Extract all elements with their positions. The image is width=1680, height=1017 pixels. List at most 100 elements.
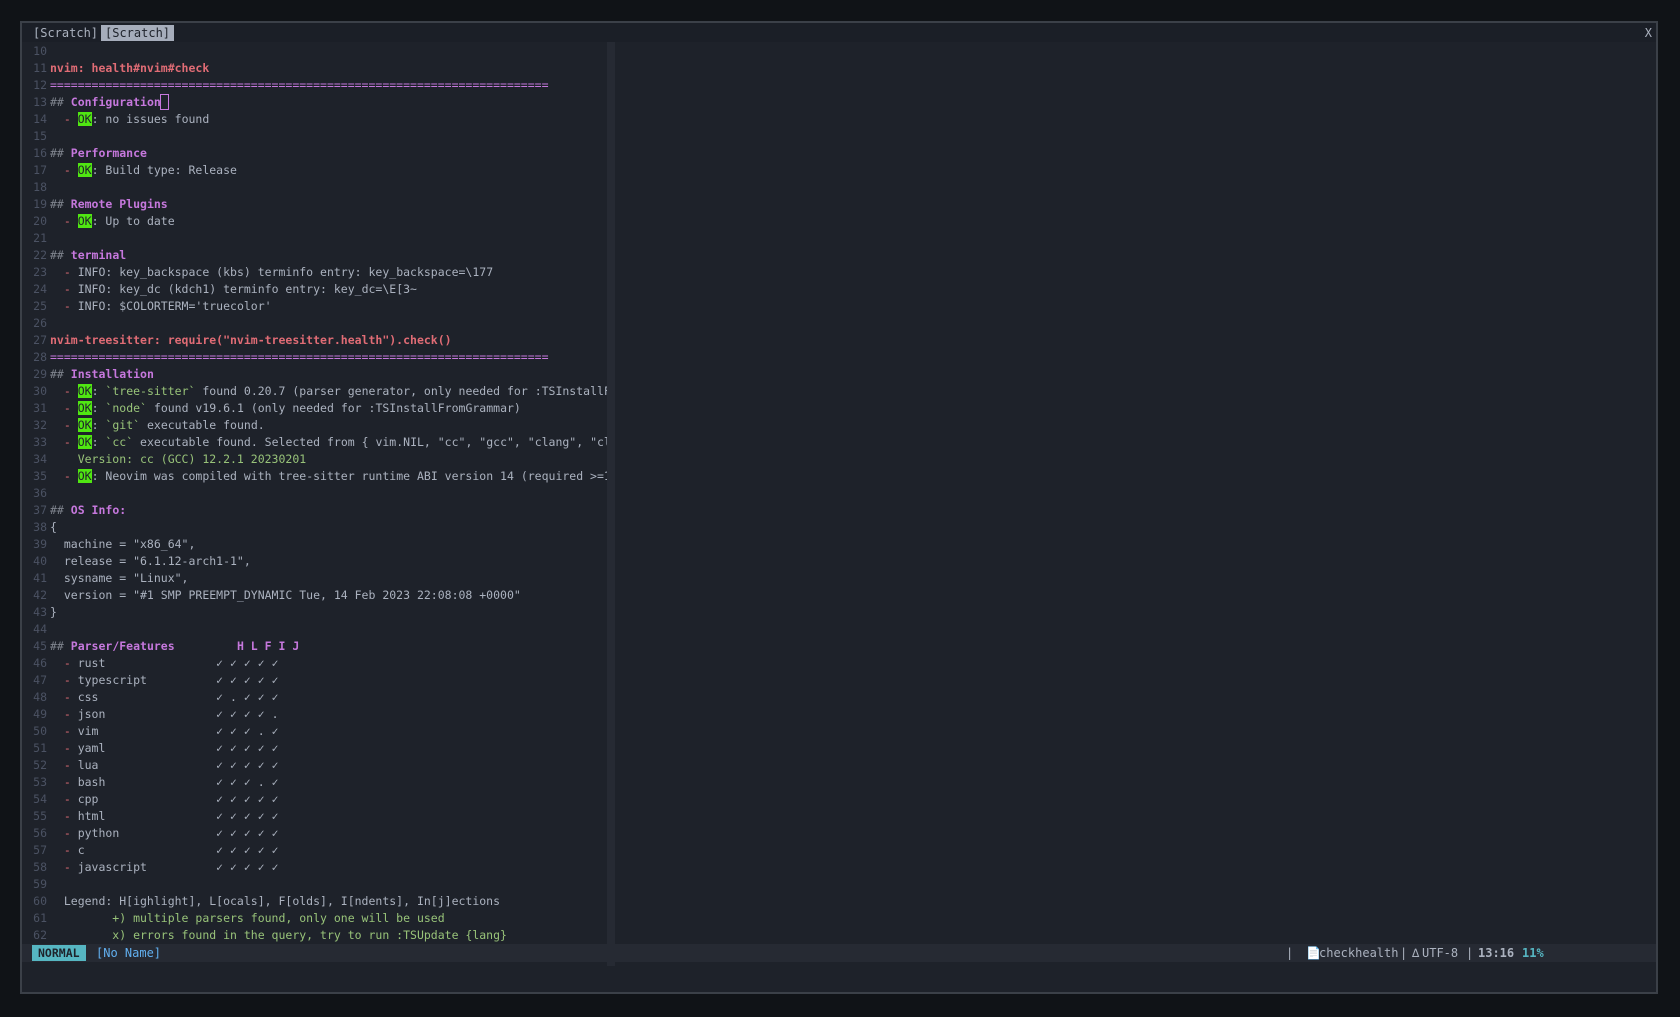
buffer-line[interactable]: 54 - cpp ✓ ✓ ✓ ✓ ✓ xyxy=(22,791,278,808)
buffer-line[interactable]: 36 xyxy=(22,485,50,502)
buffer-line[interactable]: 52 - lua ✓ ✓ ✓ ✓ ✓ xyxy=(22,757,279,774)
buffer-line[interactable]: 26 xyxy=(22,315,50,332)
empty-right-pane[interactable] xyxy=(615,42,1656,966)
buffer-line[interactable]: 43} xyxy=(22,604,57,621)
ok-badge: OK xyxy=(77,112,92,126)
filetype-label: checkhealth xyxy=(1319,946,1399,960)
buffer-line[interactable]: 56 - python ✓ ✓ ✓ ✓ ✓ xyxy=(22,825,279,842)
split-divider[interactable] xyxy=(607,42,615,966)
health-check-header: nvim: health#nvim#check xyxy=(50,61,210,75)
buffer-name: [No Name] xyxy=(96,946,162,960)
buffer-line[interactable]: 24 - INFO: key_dc (kdch1) terminfo entry… xyxy=(22,281,417,298)
buffer-line[interactable]: 13 ## Configuration xyxy=(22,94,169,111)
line-text: - xyxy=(50,282,78,296)
line-number: 34 xyxy=(33,452,47,466)
buffer-line[interactable]: 20 - OK: Up to date xyxy=(22,213,175,230)
line-number: 48 xyxy=(33,690,47,704)
line-text: html ✓ ✓ ✓ ✓ ✓ xyxy=(77,809,279,823)
buffer-line[interactable]: 18 xyxy=(22,179,50,196)
line-number: 30 xyxy=(33,384,47,398)
buffer-line[interactable]: 34 Version: cc (GCC) 12.2.1 20230201 xyxy=(22,451,306,468)
buffer-line[interactable]: 62 x) errors found in the query, try to … xyxy=(22,927,507,944)
buffer-line[interactable]: 55 - html ✓ ✓ ✓ ✓ ✓ xyxy=(22,808,279,825)
buffer-line[interactable]: 51 - yaml ✓ ✓ ✓ ✓ ✓ xyxy=(22,740,278,757)
buffer-line[interactable]: 17 - OK: Build type: Release xyxy=(22,162,237,179)
buffer-line[interactable]: 21 xyxy=(22,230,50,247)
buffer-line[interactable]: 58 - javascript ✓ ✓ ✓ ✓ ✓ xyxy=(22,859,279,876)
line-text: javascript ✓ ✓ ✓ ✓ ✓ xyxy=(77,860,279,874)
line-text: `cc` xyxy=(105,435,134,449)
buffer-line[interactable]: 35 - OK: Neovim was compiled with tree-s… xyxy=(22,468,607,485)
line-text: : xyxy=(91,384,106,398)
line-number: 54 xyxy=(33,792,47,806)
buffer-line[interactable]: 28 ======================================… xyxy=(22,349,548,366)
line-text: lua ✓ ✓ ✓ ✓ ✓ xyxy=(77,758,279,772)
buffer-line[interactable]: 49 - json ✓ ✓ ✓ ✓ . xyxy=(22,706,278,723)
line-text: - xyxy=(50,214,78,228)
buffer-line[interactable]: 11 nvim: health#nvim#check xyxy=(22,60,209,77)
buffer-line[interactable]: 27 nvim-treesitter: require("nvim-treesit… xyxy=(22,332,452,349)
line-text: - xyxy=(50,860,78,874)
buffer-line[interactable]: 33 - OK: `cc` executable found. Selected… xyxy=(22,434,607,451)
buffer-line[interactable]: 37 ## OS Info: xyxy=(22,502,126,519)
line-number: 10 xyxy=(33,44,47,58)
line-text: - xyxy=(50,673,78,687)
buffer-line[interactable]: 61 +) multiple parsers found, only one w… xyxy=(22,910,445,927)
buffer-line[interactable]: 48 - css ✓ . ✓ ✓ ✓ xyxy=(22,689,278,706)
line-number: 21 xyxy=(33,231,47,245)
line-number: 56 xyxy=(33,826,47,840)
buffer-line[interactable]: 25 - INFO: $COLORTERM='truecolor' xyxy=(22,298,271,315)
buffer-line[interactable]: 15 xyxy=(22,128,50,145)
line-text: : xyxy=(91,418,106,432)
buffer-line[interactable]: 29 ## Installation xyxy=(22,366,154,383)
line-text: - xyxy=(50,758,78,772)
buffer-line[interactable]: 19 ## Remote Plugins xyxy=(22,196,168,213)
editor-pane[interactable]: 10 11 nvim: health#nvim#check 12 ===========… xyxy=(22,42,607,968)
line-text: `git` xyxy=(105,418,141,432)
buffer-line[interactable]: 47 - typescript ✓ ✓ ✓ ✓ ✓ xyxy=(22,672,278,689)
close-icon[interactable]: X xyxy=(1645,25,1652,41)
buffer-line[interactable]: 31 - OK: `node` found v19.6.1 (only need… xyxy=(22,400,521,417)
buffer-line[interactable]: 23 - INFO: key_backspace (kbs) terminfo … xyxy=(22,264,493,281)
buffer-line[interactable]: 12 ======================================… xyxy=(22,77,548,94)
status-divider: | xyxy=(1400,946,1408,960)
line-number: 39 xyxy=(33,537,47,551)
line-text: python ✓ ✓ ✓ ✓ ✓ xyxy=(77,826,279,840)
buffer-line[interactable]: 39 machine = "x86_64", xyxy=(22,536,195,553)
buffer-line[interactable]: 32 - OK: `git` executable found. xyxy=(22,417,265,434)
buffer-line[interactable]: 14 - OK: no issues found xyxy=(22,111,209,128)
buffer-line[interactable]: 45 ## Parser/Features H L F I J xyxy=(22,638,299,655)
buffer-line[interactable]: 60 Legend: H[ighlight], L[ocals], F[olds… xyxy=(22,893,500,910)
tab-scratch-2[interactable]: [Scratch] xyxy=(101,25,175,41)
buffer-line[interactable]: 42 version = "#1 SMP PREEMPT_DYNAMIC Tue… xyxy=(22,587,521,604)
line-number: 57 xyxy=(33,843,47,857)
line-text: - xyxy=(50,265,78,279)
line-number: 13 xyxy=(33,95,47,109)
section-title: Parser/Features xyxy=(70,639,175,653)
buffer-line[interactable]: 38{ xyxy=(22,519,57,536)
line-number: 58 xyxy=(33,860,47,874)
line-number: 31 xyxy=(33,401,47,415)
buffer-line[interactable]: 50 - vim ✓ ✓ ✓ . ✓ xyxy=(22,723,278,740)
buffer-line[interactable]: 44 xyxy=(22,621,50,638)
line-text: - xyxy=(50,741,78,755)
line-number: 27 xyxy=(33,333,47,347)
line-number: 11 xyxy=(33,61,47,75)
buffer-line[interactable]: 10 xyxy=(22,43,50,60)
buffer-line[interactable]: 22 ## terminal xyxy=(22,247,126,264)
buffer-line[interactable]: 41 sysname = "Linux", xyxy=(22,570,188,587)
tab-scratch-1[interactable]: [Scratch] xyxy=(29,25,102,41)
scroll-percent: 11% xyxy=(1522,946,1544,960)
buffer-line[interactable]: 53 - bash ✓ ✓ ✓ . ✓ xyxy=(22,774,278,791)
buffer-line[interactable]: 59 xyxy=(22,876,50,893)
buffer-line[interactable]: 46 - rust ✓ ✓ ✓ ✓ ✓ xyxy=(22,655,278,672)
line-number: 53 xyxy=(33,775,47,789)
buffer-line[interactable]: 57 - c ✓ ✓ ✓ ✓ ✓ xyxy=(22,842,278,859)
line-text: executable found. xyxy=(140,418,265,432)
buffer-line[interactable]: 30 - OK: `tree-sitter` found 0.20.7 (par… xyxy=(22,383,607,400)
buffer-line[interactable]: 16 ## Performance xyxy=(22,145,147,162)
line-text: : no issues found xyxy=(91,112,210,126)
buffer-line[interactable]: 40 release = "6.1.12-arch1-1", xyxy=(22,553,251,570)
health-check-header: nvim-treesitter: require("nvim-treesitte… xyxy=(50,333,452,347)
line-text: sysname = "Linux", xyxy=(50,571,189,585)
